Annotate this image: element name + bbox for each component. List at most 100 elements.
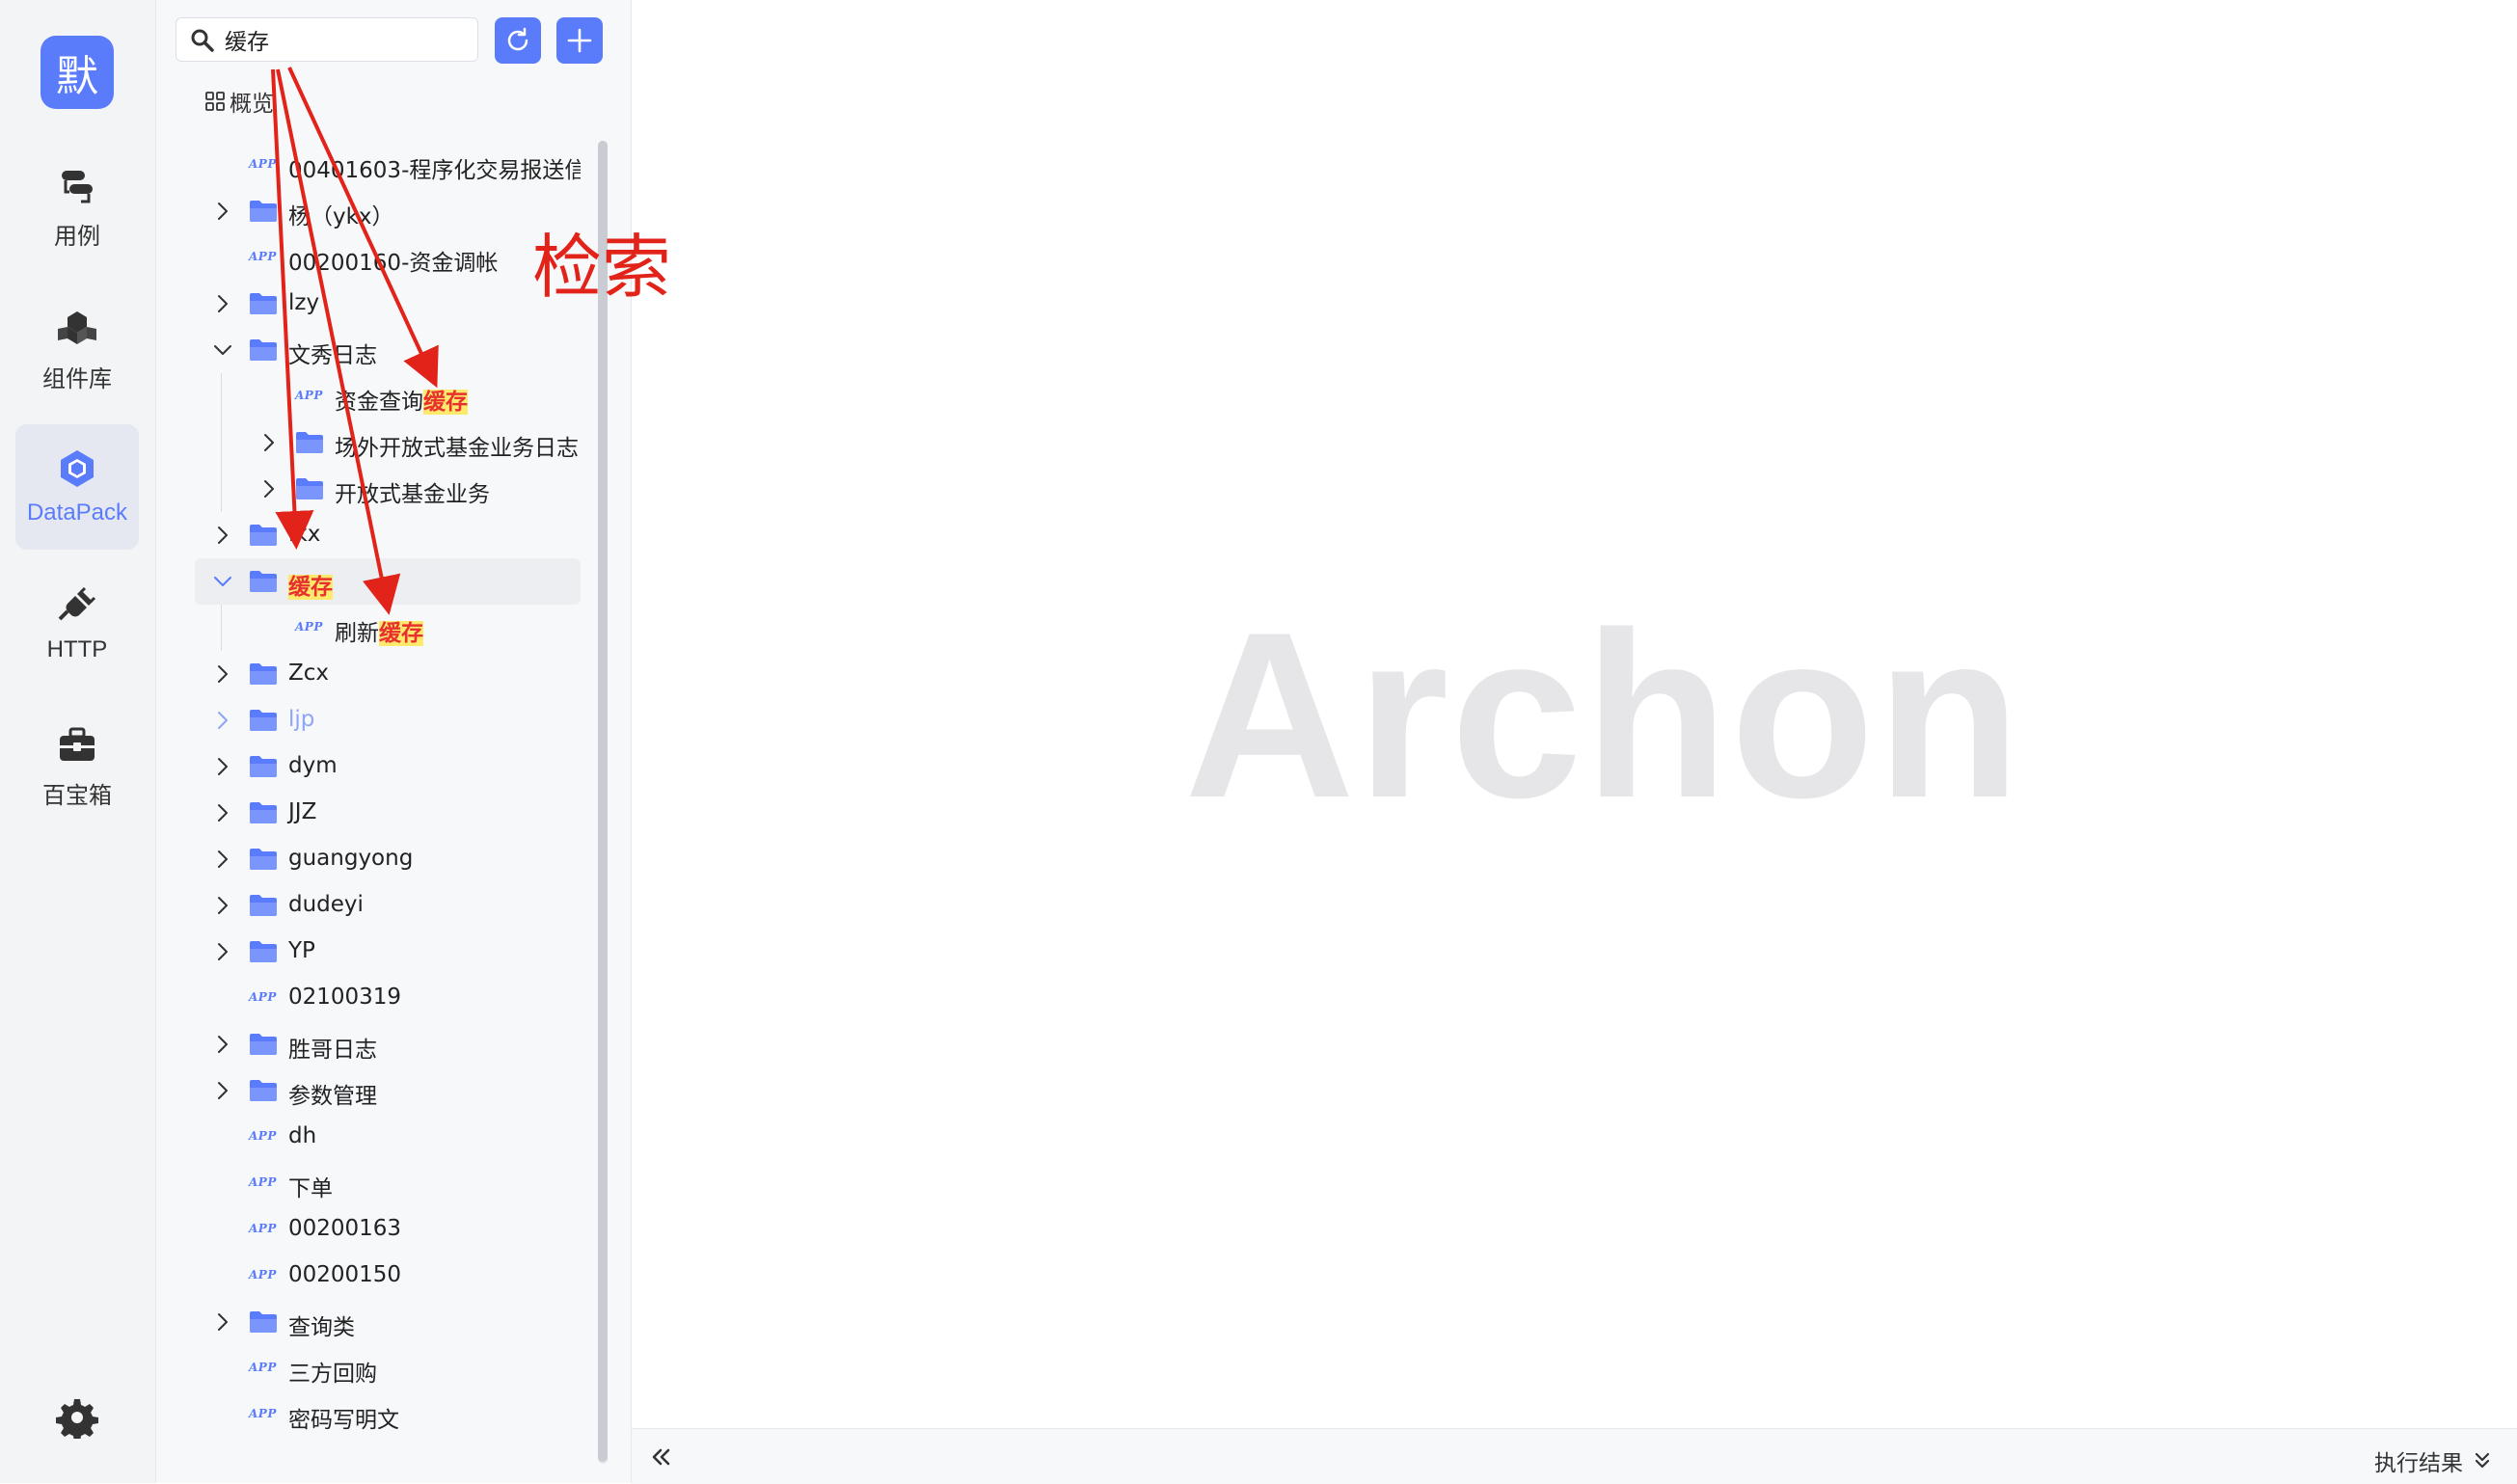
nav-item-http[interactable]: HTTP [15,561,139,687]
tree-folder-row[interactable]: dym [195,743,581,790]
chevron-right-icon[interactable] [212,941,233,962]
tree-item-text: 胜哥日志 [288,1038,377,1063]
tree-folder-row[interactable]: 场外开放式基金业务日志 [195,419,581,466]
tree-item-text: 参数管理 [288,1084,377,1109]
tree-folder-row[interactable]: lzy [195,281,581,327]
app-icon: APP [249,1129,277,1143]
tree-item-label: 开放式基金业务 [335,475,490,508]
plus-icon [567,28,592,53]
tree-indent-guide [221,373,222,512]
tree-folder-row[interactable]: YP [195,929,581,975]
folder-icon [250,1034,277,1055]
double-chevron-down-icon [2475,1452,2490,1469]
refresh-button[interactable] [495,17,541,64]
tree-item-text: 02100319 [288,985,402,1010]
tree-item-text: 密码写明文 [288,1408,399,1433]
tree-app-row[interactable]: APP 02100319 [195,975,581,1021]
tree-folder-row[interactable]: 参数管理 [195,1067,581,1114]
chevron-right-icon[interactable] [258,432,280,453]
chevron-right-icon[interactable] [212,525,233,546]
folder-icon [250,663,277,685]
tree-folder-row[interactable]: 杨（ykx） [195,188,581,234]
overview-link[interactable]: 概览 [204,87,274,117]
tree-item-label: dudeyi [288,892,364,917]
app-icon: APP [249,1175,277,1189]
chevron-right-icon[interactable] [212,895,233,916]
tree-item-text: ljp [288,707,315,732]
tree-folder-row[interactable]: Zcx [195,651,581,697]
tree-item-text: Zcx [288,661,330,686]
tree-app-row[interactable]: APP 密码写明文 [195,1391,581,1438]
chevron-down-icon[interactable] [212,571,233,592]
search-icon [191,29,214,52]
tree-item-text: 文秀日志 [288,343,377,368]
nav-item-datapack[interactable]: DataPack [15,424,139,550]
tree-app-row[interactable]: APP 刷新缓存 [195,605,581,651]
folder-icon [250,849,277,870]
chevron-down-icon[interactable] [212,339,233,361]
tree-folder-row[interactable]: JJZ [195,790,581,836]
gear-icon[interactable] [56,1396,98,1439]
app-logo: 默 [41,36,114,109]
tree-item-label: 三方回购 [288,1355,377,1388]
left-rail: 默 用例 组件库 DataPack HTTP 百宝箱 [0,0,156,1483]
add-button[interactable] [556,17,603,64]
tree-folder-row[interactable]: guangyong [195,836,581,882]
tree-folder-row[interactable]: dudeyi [195,882,581,929]
tree-item-text: 00200163 [288,1216,402,1241]
chevron-right-icon[interactable] [212,710,233,731]
tree-item-label: 文秀日志 [288,337,377,369]
tree-item-label: 缓存 [288,568,333,601]
tree-folder-row[interactable]: lkx [195,512,581,558]
tree-app-row[interactable]: APP 00200163 [195,1206,581,1253]
chevron-right-icon[interactable] [212,293,233,314]
chevron-right-icon[interactable] [212,802,233,823]
search-input[interactable] [225,24,466,55]
tree-scrollbar-thumb[interactable] [598,141,608,1462]
tree-app-row[interactable]: APP 三方回购 [195,1345,581,1391]
tree-app-row[interactable]: APP 00200160-资金调帐 [195,234,581,281]
folder-icon [250,941,277,962]
tree-app-row[interactable]: APP dh [195,1114,581,1160]
chevron-right-icon[interactable] [212,1034,233,1055]
tree-folder-row[interactable]: 缓存 [195,558,581,605]
tree-folder-row[interactable]: 文秀日志 [195,327,581,373]
tree-app-row[interactable]: APP 00401603-程序化交易报送信息 [195,142,581,188]
chevron-right-icon[interactable] [212,663,233,685]
search-highlight: 缓存 [423,390,468,415]
tree-folder-row[interactable]: 开放式基金业务 [195,466,581,512]
tree-folder-row[interactable]: ljp [195,697,581,743]
folder-icon [250,756,277,777]
chevron-right-icon[interactable] [258,478,280,499]
chevron-right-icon[interactable] [212,201,233,222]
tree-folder-row[interactable]: 查询类 [195,1299,581,1345]
folder-icon [250,201,277,222]
plug-icon [58,586,96,621]
tree-item-label: 00200160-资金调帐 [288,244,498,277]
tree-item-label: 杨（ykx） [288,198,394,230]
tree-item-label: 查询类 [288,1309,355,1341]
nav-item-component-library[interactable]: 组件库 [15,287,139,413]
chevron-right-icon[interactable] [212,756,233,777]
chevron-right-icon[interactable] [212,849,233,870]
nav-item-toolbox[interactable]: 百宝箱 [15,704,139,829]
tree-item-text: dudeyi [288,892,364,917]
tree-app-row[interactable]: APP 00200150 [195,1253,581,1299]
annotation-label: 检索 [532,227,672,308]
tree-app-row[interactable]: APP 下单 [195,1160,581,1206]
chevron-right-icon[interactable] [212,1080,233,1101]
execution-result-label: 执行结果 [2374,1451,2463,1476]
chevron-right-icon[interactable] [212,1311,233,1333]
toolbox-icon [60,727,95,761]
datapack-icon [61,450,94,487]
tree-item-text: 00401603-程序化交易报送信息 [288,158,581,183]
nav-item-test-cases[interactable]: 用例 [15,145,139,270]
search-box[interactable] [176,17,478,62]
execution-result-toggle[interactable]: 执行结果 [2374,1444,2492,1477]
folder-icon [250,895,277,916]
tree-app-row[interactable]: APP 资金查询缓存 [195,373,581,419]
tree-item-label: 下单 [288,1170,333,1202]
double-chevron-left-icon[interactable] [647,1443,676,1471]
tree-folder-row[interactable]: 胜哥日志 [195,1021,581,1067]
tree-item-text: 资金查询 [335,390,423,415]
